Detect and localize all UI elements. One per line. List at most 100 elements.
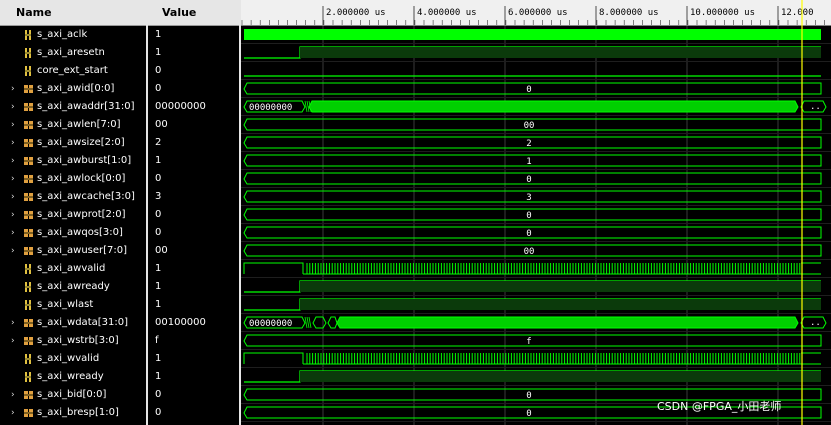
value-row[interactable]: 3 bbox=[148, 188, 238, 206]
signal-name: s_axi_awcache[3:0] bbox=[37, 191, 135, 202]
watermark-text: CSDN @FPGA_小田老师 bbox=[657, 400, 782, 413]
svg-text:..: .. bbox=[810, 102, 821, 112]
name-column-header[interactable]: Name bbox=[0, 0, 148, 26]
signal-row[interactable]: s_axi_aresetn bbox=[0, 44, 146, 62]
value-row[interactable]: 0 bbox=[148, 224, 238, 242]
signal-value: 1 bbox=[155, 299, 162, 310]
signal-name: s_axi_bid[0:0] bbox=[37, 389, 107, 400]
expand-chevron-icon[interactable]: › bbox=[11, 152, 15, 170]
value-row[interactable]: 00100000 bbox=[148, 314, 238, 332]
value-row[interactable]: 0 bbox=[148, 80, 238, 98]
expand-chevron-icon[interactable]: › bbox=[11, 188, 15, 206]
signal-row[interactable]: › s_axi_awlock[0:0] bbox=[0, 170, 146, 188]
expand-chevron-icon[interactable]: › bbox=[11, 224, 15, 242]
value-row[interactable]: 0 bbox=[148, 206, 238, 224]
signal-row[interactable]: › s_axi_awid[0:0] bbox=[0, 80, 146, 98]
signal-value: 3 bbox=[155, 191, 162, 202]
signal-row[interactable]: › s_axi_awsize[2:0] bbox=[0, 134, 146, 152]
clock-wave bbox=[244, 29, 821, 40]
signal-row[interactable]: › s_axi_awuser[7:0] bbox=[0, 242, 146, 260]
value-row[interactable]: 1 bbox=[148, 260, 238, 278]
value-row[interactable]: 1 bbox=[148, 296, 238, 314]
signal-value: 2 bbox=[155, 137, 162, 148]
signal-row[interactable]: › s_axi_awburst[1:0] bbox=[0, 152, 146, 170]
signal-row[interactable]: › s_axi_awcache[3:0] bbox=[0, 188, 146, 206]
signal-row[interactable]: s_axi_aclk bbox=[0, 26, 146, 44]
expand-chevron-icon[interactable]: › bbox=[11, 98, 15, 116]
signal-row[interactable]: s_axi_wready bbox=[0, 368, 146, 386]
value-row[interactable]: 1 bbox=[148, 44, 238, 62]
signal-value: 0 bbox=[155, 83, 162, 94]
expand-chevron-icon[interactable]: › bbox=[11, 116, 15, 134]
bus-value-label: 0 bbox=[526, 409, 531, 419]
expand-chevron-icon[interactable]: › bbox=[11, 242, 15, 260]
value-row[interactable]: 0 bbox=[148, 170, 238, 188]
signal-name: s_axi_awprot[2:0] bbox=[37, 209, 126, 220]
signal-value: 1 bbox=[155, 281, 162, 292]
value-row[interactable]: 0 bbox=[148, 386, 238, 404]
signal-row[interactable]: s_axi_awready bbox=[0, 278, 146, 296]
digital-signal-icon bbox=[25, 372, 31, 382]
expand-chevron-icon[interactable]: › bbox=[11, 134, 15, 152]
signal-row[interactable]: s_axi_wlast bbox=[0, 296, 146, 314]
value-row[interactable]: f bbox=[148, 332, 238, 350]
value-row[interactable]: 1 bbox=[148, 152, 238, 170]
bus-signal-icon bbox=[24, 229, 33, 237]
signal-row[interactable]: › s_axi_awprot[2:0] bbox=[0, 206, 146, 224]
digital-signal-icon bbox=[25, 66, 31, 76]
signal-row[interactable]: s_axi_awvalid bbox=[0, 260, 146, 278]
signal-row[interactable]: › s_axi_wdata[31:0] bbox=[0, 314, 146, 332]
signal-value: 00 bbox=[155, 119, 168, 130]
signal-value: 00000000 bbox=[155, 101, 206, 112]
expand-chevron-icon[interactable]: › bbox=[11, 404, 15, 422]
value-row[interactable]: 1 bbox=[148, 278, 238, 296]
signal-value: 0 bbox=[155, 389, 162, 400]
signal-row[interactable]: › s_axi_wstrb[3:0] bbox=[0, 332, 146, 350]
value-row[interactable]: 0 bbox=[148, 62, 238, 80]
value-column-header[interactable]: Value bbox=[148, 0, 240, 26]
signal-row[interactable]: core_ext_start bbox=[0, 62, 146, 80]
expand-chevron-icon[interactable]: › bbox=[11, 386, 15, 404]
signal-row[interactable]: › s_axi_awqos[3:0] bbox=[0, 224, 146, 242]
value-row[interactable]: 00 bbox=[148, 242, 238, 260]
signal-row[interactable]: › s_axi_bresp[1:0] bbox=[0, 404, 146, 422]
signal-value: 0 bbox=[155, 173, 162, 184]
signal-value: 1 bbox=[155, 155, 162, 166]
bus-signal-icon bbox=[24, 175, 33, 183]
value-row[interactable]: 1 bbox=[148, 26, 238, 44]
ruler-tick-label: 2.000000 us bbox=[326, 8, 386, 18]
expand-chevron-icon[interactable]: › bbox=[11, 170, 15, 188]
waveform-canvas[interactable]: 2.000000 us 4.000000 us 6.000000 us 8.00000… bbox=[241, 0, 831, 425]
value-row[interactable]: 1 bbox=[148, 350, 238, 368]
waveform-panel[interactable]: 2.000000 us 4.000000 us 6.000000 us 8.00000… bbox=[241, 0, 831, 425]
signal-row[interactable]: › s_axi_awaddr[31:0] bbox=[0, 98, 146, 116]
bus-wave bbox=[243, 136, 822, 149]
signal-name: s_axi_bresp[1:0] bbox=[37, 407, 119, 418]
value-row[interactable]: 1 bbox=[148, 368, 238, 386]
bus-value-label: 0 bbox=[526, 391, 531, 401]
signal-value: 1 bbox=[155, 353, 162, 364]
expand-chevron-icon[interactable]: › bbox=[11, 314, 15, 332]
digital-signal-icon bbox=[25, 264, 31, 274]
ruler-tick-label: 8.000000 us bbox=[599, 8, 659, 18]
expand-chevron-icon[interactable]: › bbox=[11, 80, 15, 98]
signal-name: s_axi_awlen[7:0] bbox=[37, 119, 121, 130]
bus-wave bbox=[243, 334, 822, 347]
signal-row[interactable]: s_axi_wvalid bbox=[0, 350, 146, 368]
signal-value: 1 bbox=[155, 263, 162, 274]
signal-value-panel: Value 1 1 0 0 00000000 00 2 1 0 3 0 0 00 1 1 1 00100000 f… bbox=[148, 0, 240, 425]
bus-signal-icon bbox=[24, 157, 33, 165]
digital-signal-icon bbox=[25, 30, 31, 40]
expand-chevron-icon[interactable]: › bbox=[11, 332, 15, 350]
signal-value: 1 bbox=[155, 47, 162, 58]
signal-value: 0 bbox=[155, 407, 162, 418]
signal-row[interactable]: › s_axi_bid[0:0] bbox=[0, 386, 146, 404]
signal-value: 0 bbox=[155, 227, 162, 238]
expand-chevron-icon[interactable]: › bbox=[11, 206, 15, 224]
value-row[interactable]: 00000000 bbox=[148, 98, 238, 116]
signal-row[interactable]: › s_axi_awlen[7:0] bbox=[0, 116, 146, 134]
value-row[interactable]: 0 bbox=[148, 404, 238, 422]
value-row[interactable]: 2 bbox=[148, 134, 238, 152]
bus-wave bbox=[243, 208, 822, 221]
value-row[interactable]: 00 bbox=[148, 116, 238, 134]
